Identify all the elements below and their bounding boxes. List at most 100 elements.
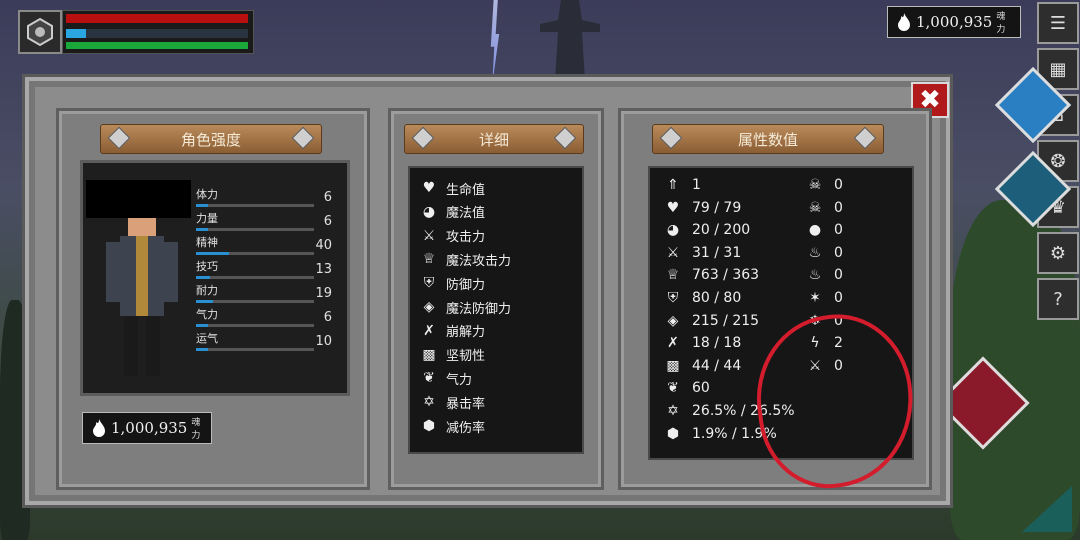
status-resist-value: 0 (834, 290, 843, 306)
details-title-banner: 详细 (404, 124, 584, 154)
player-portrait[interactable] (18, 10, 62, 54)
stat-value: 6 (323, 190, 332, 205)
stat-bar-track (196, 204, 314, 207)
attribute-value-row: ✗ 18 / 18 (664, 334, 741, 352)
detail-item: ▩ 坚韧性 (420, 344, 485, 366)
bleed-drop-icon: ● (808, 222, 822, 239)
status-resist-value: 0 (834, 222, 843, 239)
details-panel-title: 详细 (478, 130, 509, 149)
stat-row: 精神 40 (196, 234, 336, 256)
detail-item: ✡ 暴击率 (420, 391, 485, 413)
stat-bar-fill (196, 228, 208, 231)
lungs-icon: ❦ (667, 380, 679, 397)
shield-icon: ⛨ (667, 290, 679, 306)
attribute-value: 1 (692, 177, 701, 193)
sword-icon: ⚔ (666, 244, 680, 261)
attribute-value-row: ⇑ 1 (664, 176, 701, 194)
status-resist-row: ☠ 0 (806, 176, 843, 194)
stat-value: 6 (323, 310, 332, 325)
stamina-bar (66, 42, 248, 49)
help-icon[interactable]: ? (1037, 278, 1079, 320)
stat-bar-fill (196, 324, 208, 327)
flame-icon (91, 419, 107, 437)
magic-shield-icon: ◈ (423, 299, 435, 315)
detail-item: ⬢ 减伤率 (420, 415, 485, 437)
detail-label: 魔法防御力 (446, 301, 512, 317)
soul-unit: 魂力 (996, 12, 1006, 35)
mana-bar (66, 29, 87, 38)
detail-label: 暴击率 (446, 396, 486, 412)
damage-reduction-icon: ⬢ (666, 425, 680, 442)
stat-bar-fill (196, 204, 208, 207)
status-resist-row: ♨ 0 (806, 266, 843, 284)
rivet-icon (411, 126, 435, 150)
crit-star-icon: ✡ (423, 394, 435, 411)
detail-label: 魔法攻击力 (446, 253, 512, 269)
attribute-value-row: ♥ 79 / 79 (664, 199, 742, 217)
detail-label: 攻击力 (446, 230, 486, 246)
health-bar (66, 14, 248, 23)
stat-row: 体力 6 (196, 186, 336, 208)
stat-bar-track (196, 228, 314, 231)
stat-bar-track (196, 300, 314, 303)
background-statue (540, 0, 600, 80)
stat-bar-fill (196, 348, 208, 351)
flame-icon (896, 13, 912, 31)
stat-label: 精神 (196, 236, 218, 249)
stat-bar-track (196, 324, 314, 327)
stat-label: 体力 (196, 188, 218, 201)
attribute-value-row: ♕ 763 / 363 (664, 266, 759, 284)
detail-item: ◕ 魔法值 (420, 201, 485, 223)
detail-label: 减伤率 (446, 420, 486, 436)
detail-item: ♕ 魔法攻击力 (420, 248, 511, 270)
rivet-icon (107, 126, 131, 150)
crit-star-icon: ✡ (667, 403, 679, 419)
stat-value: 19 (315, 286, 332, 301)
stat-label: 运气 (196, 332, 218, 345)
detail-item: ◈ 魔法防御力 (420, 296, 511, 318)
stat-bar-fill (196, 300, 213, 303)
stat-label: 气力 (196, 308, 218, 321)
character-title-banner: 角色强度 (100, 124, 322, 154)
rivet-icon (291, 126, 315, 150)
damage-reduction-icon: ⬢ (422, 418, 436, 434)
magic-shield-icon: ◈ (667, 312, 679, 329)
menu-list-icon[interactable]: ☰ (1037, 2, 1079, 44)
soul-currency-display: 1,000,935 魂力 (887, 6, 1021, 38)
character-panel-title: 角色强度 (180, 130, 241, 149)
detail-label: 坚韧性 (446, 349, 486, 365)
status-resist-row: ☠ 0 (806, 199, 843, 217)
fire-icon: ♨ (808, 244, 822, 261)
attributes-panel-title: 属性数值 (737, 130, 798, 149)
brain-icon: ◕ (422, 203, 436, 220)
status-bars (62, 10, 254, 54)
attribute-value: 763 / 363 (692, 267, 760, 284)
status-resist-row: ✶ 0 (806, 289, 843, 307)
detail-item: ⛨ 防御力 (420, 272, 485, 294)
attribute-value-row: ⚔ 31 / 31 (664, 244, 742, 262)
heart-icon: ♥ (666, 199, 680, 216)
background-lightning (490, 0, 500, 85)
mana-bar-track (66, 29, 248, 38)
stat-bar-track (196, 252, 314, 255)
soul-unit: 魂力 (191, 418, 201, 441)
attribute-value: 215 / 215 (692, 312, 760, 329)
heart-icon: ♥ (422, 180, 436, 196)
detail-label: 气力 (446, 372, 473, 388)
attributes-title-banner: 属性数值 (652, 124, 884, 154)
sword-icon: ⚔ (422, 227, 436, 244)
stat-row: 耐力 19 (196, 282, 336, 304)
break-icon: ✗ (667, 335, 679, 352)
attribute-value-row: ❦ 60 (664, 379, 710, 397)
stat-bar-track (196, 276, 314, 279)
settings-gear-icon[interactable]: ⚙ (1037, 232, 1079, 274)
detail-label: 崩解力 (446, 325, 486, 341)
soul-amount: 1,000,935 (916, 13, 993, 31)
attribute-value: 44 / 44 (692, 357, 742, 374)
stat-value: 13 (315, 262, 332, 277)
break-icon: ✗ (423, 322, 435, 339)
lungs-icon: ❦ (423, 370, 435, 387)
detail-item: ✗ 崩解力 (420, 320, 485, 342)
stat-row: 力量 6 (196, 210, 336, 232)
soul-amount: 1,000,935 (111, 419, 188, 437)
